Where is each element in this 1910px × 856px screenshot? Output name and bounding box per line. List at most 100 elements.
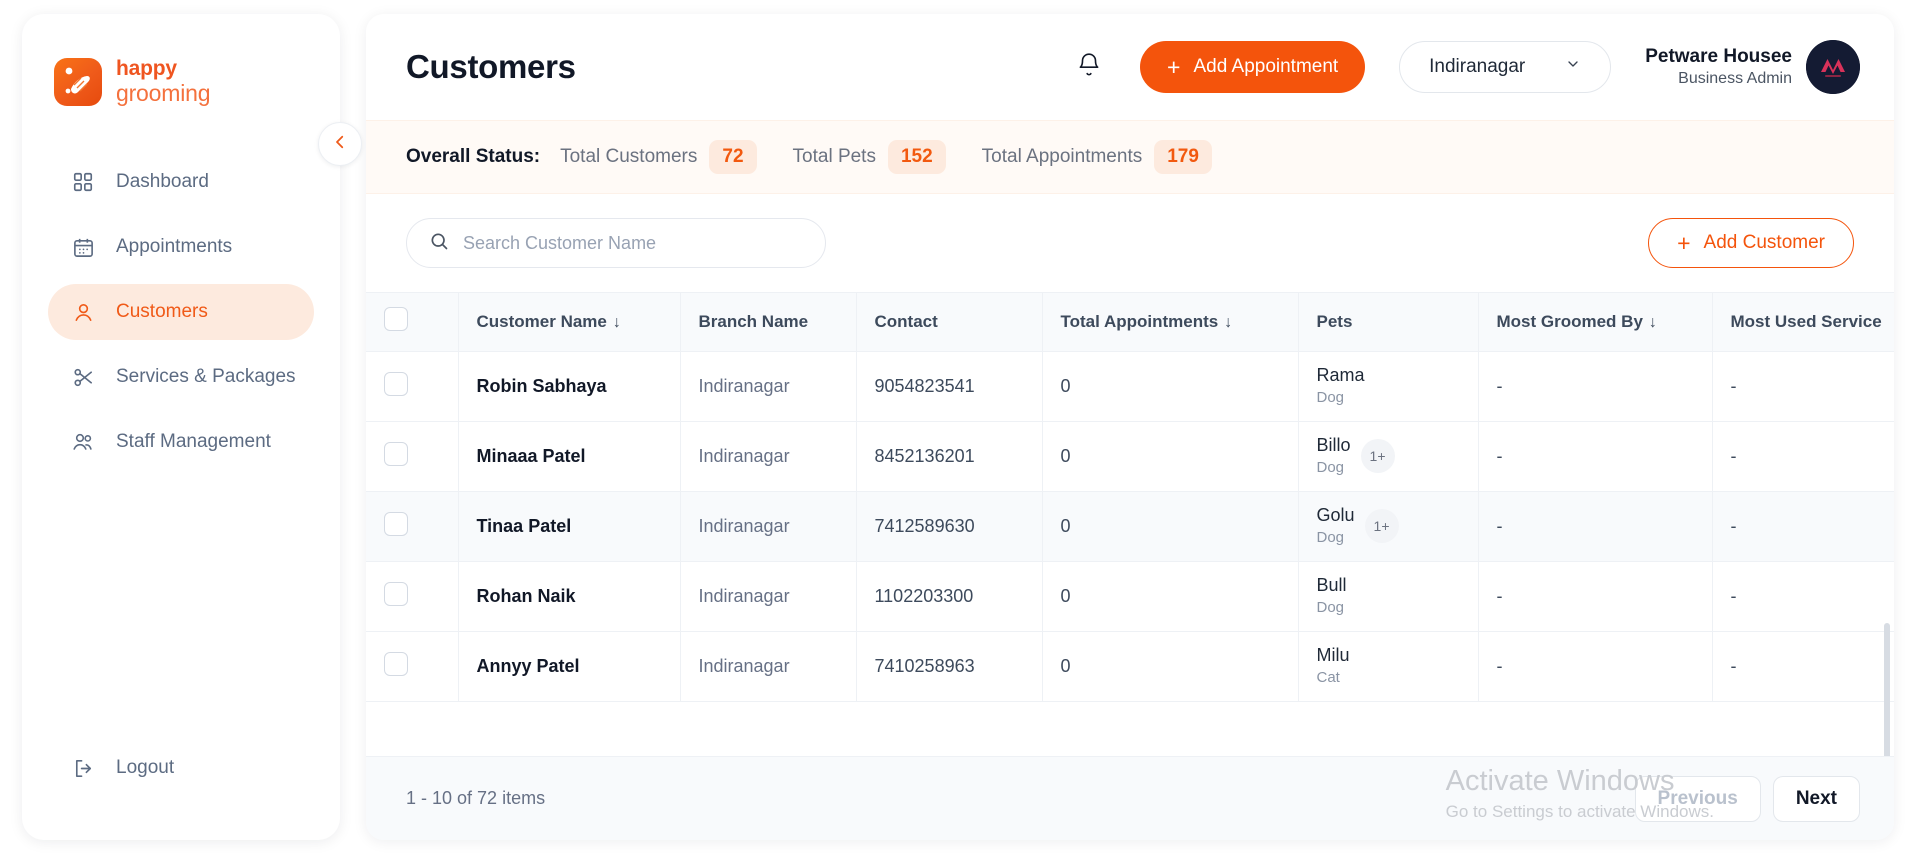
add-appointment-button[interactable]: + Add Appointment [1140, 41, 1366, 93]
row-checkbox[interactable] [384, 511, 408, 536]
sidebar-item-label: Logout [116, 757, 175, 778]
row-checkbox[interactable] [384, 651, 408, 676]
user-icon [70, 299, 96, 325]
cell-customer-name: Robin Sabhaya [458, 351, 681, 422]
table-row[interactable]: Annyy Patel Indiranagar 7410258963 0 Mil… [366, 631, 1894, 702]
chevron-left-icon [331, 133, 349, 156]
cell-most-groomed-by: - [1478, 351, 1713, 422]
sort-arrow-icon[interactable]: ↓ [1224, 314, 1232, 331]
cell-contact: 9054823541 [856, 351, 1043, 422]
row-checkbox[interactable] [384, 441, 408, 466]
table-row[interactable]: Tinaa Patel Indiranagar 7412589630 0 Gol… [366, 491, 1894, 562]
pet-name: Golu [1316, 505, 1355, 526]
search-box[interactable] [406, 218, 826, 268]
row-select-cell [366, 421, 459, 492]
table-header: Customer Name ↓ Branch Name Contact Total… [366, 293, 1894, 352]
table-row[interactable]: Minaaa Patel Indiranagar 8452136201 0 Bi… [366, 421, 1894, 492]
cell-pets: Billo Dog 1+ [1298, 421, 1479, 492]
notifications-button[interactable] [1072, 50, 1106, 84]
sidebar-collapse-button[interactable] [318, 122, 362, 166]
sort-arrow-icon[interactable]: ↓ [1649, 314, 1657, 331]
column-header-total-appointments[interactable]: Total Appointments ↓ [1042, 293, 1299, 352]
plus-icon: + [1677, 229, 1691, 256]
column-label: Customer Name [476, 311, 607, 331]
column-header-customer-name[interactable]: Customer Name ↓ [458, 293, 681, 352]
cell-most-used-service: - [1712, 491, 1894, 562]
sidebar-item-logout[interactable]: Logout [48, 740, 314, 796]
user-profile[interactable]: Petware Housee Business Admin [1645, 40, 1860, 94]
cell-customer-name: Annyy Patel [458, 631, 681, 702]
app-root: happy grooming Dashboard Appointments Cu… [0, 0, 1910, 856]
cell-total-appointments: 0 [1042, 491, 1299, 562]
search-input[interactable] [463, 232, 803, 254]
chevron-down-icon [1565, 56, 1581, 78]
pet-type: Dog [1316, 388, 1345, 406]
stat-value: 152 [887, 140, 946, 174]
pet-name: Bull [1316, 575, 1347, 596]
table-vertical-scrollbar[interactable] [1884, 623, 1890, 756]
branch-select[interactable]: Indiranagar [1399, 41, 1612, 93]
sidebar-item-customers[interactable]: Customers [48, 284, 314, 340]
calendar-icon [70, 234, 96, 260]
next-page-button[interactable]: Next [1772, 775, 1860, 822]
row-checkbox[interactable] [384, 371, 408, 396]
cell-pets: Bull Dog [1298, 561, 1479, 632]
overall-status-label: Overall Status: [406, 146, 541, 167]
add-customer-button[interactable]: + Add Customer [1648, 218, 1854, 268]
pet-more-badge[interactable]: 1+ [1364, 509, 1399, 543]
column-label: Most Used Service [1730, 311, 1882, 331]
cell-most-used-service: - [1712, 631, 1894, 702]
search-icon [429, 231, 449, 256]
sidebar-item-appointments[interactable]: Appointments [48, 219, 314, 275]
cell-contact: 7412589630 [856, 491, 1043, 562]
row-checkbox[interactable] [384, 581, 408, 606]
sidebar-item-label: Customers [116, 301, 208, 322]
table-row[interactable]: Rohan Naik Indiranagar 1102203300 0 Bull… [366, 561, 1894, 632]
column-label: Branch Name [698, 311, 809, 331]
cell-customer-name: Rohan Naik [458, 561, 681, 632]
sidebar-item-staff-management[interactable]: Staff Management [48, 414, 314, 470]
logo-mark-icon [54, 58, 102, 106]
topbar: Customers + Add Appointment Indiranagar … [366, 14, 1894, 120]
column-header-branch-name: Branch Name [680, 293, 857, 352]
cell-most-used-service: - [1712, 421, 1894, 492]
cell-total-appointments: 0 [1042, 631, 1299, 702]
cell-pets: Milu Cat [1298, 631, 1479, 702]
sort-arrow-icon[interactable]: ↓ [613, 314, 621, 331]
column-header-most-used-service: Most Used Service [1712, 293, 1894, 352]
pet-more-badge[interactable]: 1+ [1360, 439, 1395, 473]
users-icon [70, 429, 96, 455]
brand-name-line1: happy [116, 57, 177, 81]
row-select-cell [366, 351, 459, 422]
sidebar-item-label: Dashboard [116, 171, 209, 192]
sidebar-item-label: Appointments [116, 236, 233, 257]
table-row[interactable]: Robin Sabhaya Indiranagar 9054823541 0 R… [366, 351, 1894, 422]
brand-logo: happy grooming [22, 44, 340, 106]
cell-most-used-service: - [1712, 561, 1894, 632]
cell-total-appointments: 0 [1042, 351, 1299, 422]
cell-branch-name: Indiranagar [680, 351, 857, 422]
cell-most-groomed-by: - [1478, 631, 1713, 702]
select-all-checkbox[interactable] [384, 307, 408, 332]
previous-page-button[interactable]: Previous [1634, 775, 1761, 822]
column-header-most-groomed-by[interactable]: Most Groomed By ↓ [1478, 293, 1713, 352]
stat-total-appointments: Total Appointments 179 [982, 140, 1212, 174]
table-body: Robin Sabhaya Indiranagar 9054823541 0 R… [366, 351, 1894, 702]
stat-label: Total Appointments [981, 146, 1143, 167]
row-select-cell [366, 561, 459, 632]
cell-customer-name: Minaaa Patel [458, 421, 681, 492]
pet-name: Billo [1316, 435, 1351, 456]
add-customer-label: Add Customer [1703, 232, 1825, 253]
cell-branch-name: Indiranagar [680, 561, 857, 632]
column-header-select-all [366, 293, 459, 352]
table-header-row: Customer Name ↓ Branch Name Contact Total… [366, 293, 1894, 352]
pagination-count: 1 - 10 of 72 items [406, 788, 546, 808]
sidebar: happy grooming Dashboard Appointments Cu… [22, 14, 362, 840]
add-appointment-label: Add Appointment [1193, 56, 1339, 77]
pet-type: Dog [1316, 598, 1345, 616]
stat-total-customers: Total Customers 72 [560, 140, 757, 174]
cell-customer-name: Tinaa Patel [458, 491, 681, 562]
sidebar-item-services-packages[interactable]: Services & Packages [48, 349, 314, 405]
cell-most-groomed-by: - [1478, 561, 1713, 632]
sidebar-item-dashboard[interactable]: Dashboard [48, 154, 314, 210]
